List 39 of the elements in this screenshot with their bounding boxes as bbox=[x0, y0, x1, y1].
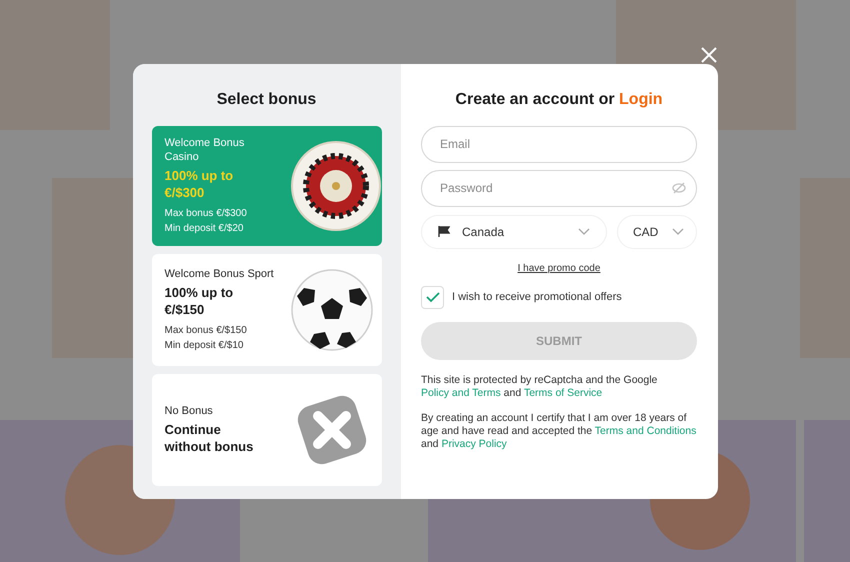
currency-select[interactable]: CAD bbox=[617, 214, 697, 248]
bonus-label: No Bonus bbox=[164, 404, 214, 418]
email-field[interactable]: Email bbox=[421, 126, 697, 162]
login-link[interactable]: Login bbox=[619, 90, 663, 108]
chevron-down-icon bbox=[578, 228, 590, 235]
password-field[interactable]: Password bbox=[421, 170, 697, 206]
currency-value: CAD bbox=[633, 224, 660, 240]
eye-off-icon[interactable] bbox=[672, 182, 686, 194]
bonus-detail: Min deposit €/$10 bbox=[164, 338, 244, 352]
notice-link[interactable]: Terms of Service bbox=[524, 386, 602, 398]
checkbox-label: I wish to receive promotional offers bbox=[452, 290, 622, 305]
bonus-card[interactable]: Welcome Bonus Casino 100% up to €/$300 Max bonus €/$300 Min deposit €/$20 bbox=[152, 126, 382, 246]
close-button[interactable] bbox=[698, 44, 718, 64]
promo-code-link[interactable]: I have promo code bbox=[518, 260, 600, 276]
chevron-down-icon bbox=[672, 228, 684, 235]
notice-text: This site is protected by reCaptcha and the Google Policy and Terms and Terms of Service bbox=[421, 374, 658, 400]
notice-link[interactable]: Privacy Policy bbox=[441, 438, 507, 450]
bonus-headline: 100% up to €/$150 bbox=[164, 284, 234, 318]
bonus-detail: Min deposit €/$20 bbox=[164, 222, 244, 236]
panel-title: Select bonus bbox=[216, 90, 316, 110]
check-icon bbox=[426, 292, 440, 302]
bonus-card[interactable]: Welcome Bonus Sport 100% up to €/$150 Max bonus €/$150 Min deposit €/$10 bbox=[152, 254, 382, 366]
notice-link[interactable]: Policy and Terms bbox=[421, 386, 501, 398]
bonus-headline: Continue without bonus bbox=[164, 421, 254, 455]
bonus-detail: Max bonus €/$300 bbox=[164, 206, 248, 220]
flag-icon bbox=[438, 226, 450, 237]
country-select[interactable]: Canada bbox=[421, 214, 607, 248]
checkbox[interactable] bbox=[421, 286, 444, 308]
country-value: Canada bbox=[462, 224, 506, 240]
roulette-wheel-icon bbox=[290, 140, 382, 232]
bonus-card[interactable]: No Bonus Continue without bonus bbox=[152, 374, 382, 486]
notice-text: By creating an account I certify that I am over 18 years of age and have read and accepted the Terms and Conditions and Privacy Policy bbox=[421, 412, 697, 450]
soccer-ball-icon bbox=[290, 268, 374, 352]
bonus-detail: Max bonus €/$150 bbox=[164, 324, 248, 338]
bonus-label: Welcome Bonus Sport bbox=[164, 266, 275, 280]
form-title: Create an account or Login bbox=[455, 90, 663, 110]
bonus-label: Welcome Bonus Casino bbox=[164, 136, 246, 164]
bonus-headline: 100% up to €/$300 bbox=[164, 166, 234, 200]
notice-link[interactable]: Terms and Conditions bbox=[594, 424, 696, 436]
